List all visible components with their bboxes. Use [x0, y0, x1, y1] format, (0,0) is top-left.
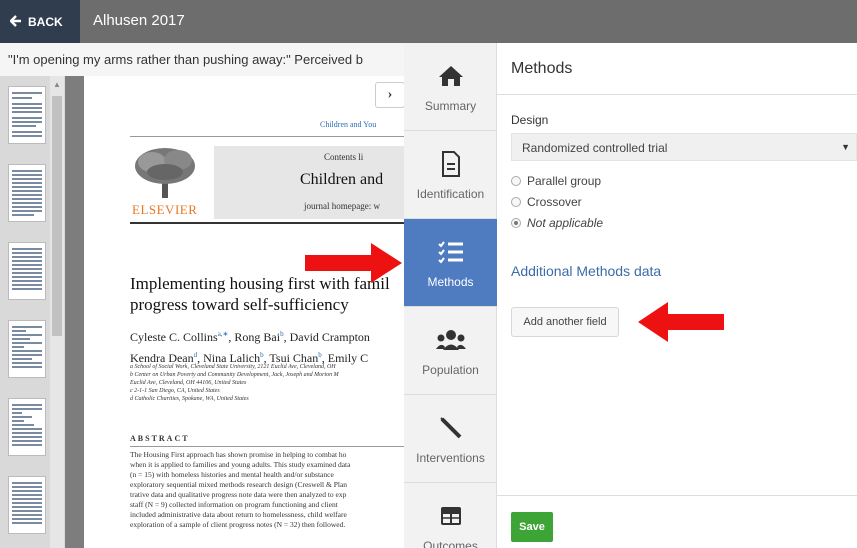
- page-thumbnail[interactable]: [8, 86, 46, 144]
- nav-label: Summary: [424, 98, 477, 113]
- page-thumbnail[interactable]: [8, 320, 46, 378]
- radio-parallel-group[interactable]: Parallel group: [511, 173, 601, 189]
- design-label: Design: [511, 113, 549, 127]
- nav-item-population[interactable]: Population: [404, 307, 497, 395]
- syringe-icon: [439, 413, 463, 443]
- next-page-button[interactable]: ›: [375, 82, 404, 108]
- radio-label: Parallel group: [527, 174, 602, 188]
- nav-label: Population: [422, 362, 479, 377]
- radio-crossover[interactable]: Crossover: [511, 194, 582, 210]
- article-title-bar: "I'm opening my arms rather than pushing…: [0, 43, 404, 76]
- section-nav: Summary Identification Methods Populatio…: [404, 43, 497, 548]
- document-title: Alhusen 2017: [93, 12, 185, 29]
- design-select-value: Randomized controlled trial: [522, 141, 668, 155]
- thumbnail-scrollbar[interactable]: ▲: [50, 76, 64, 548]
- radio-not-applicable[interactable]: Not applicable: [511, 215, 603, 231]
- divider: [130, 136, 404, 137]
- page-thumbnail[interactable]: [8, 398, 46, 456]
- page-thumbnail[interactable]: [8, 164, 46, 222]
- thumbnail-strip[interactable]: ▲: [0, 76, 65, 548]
- nav-item-methods[interactable]: Methods: [404, 219, 497, 307]
- elsevier-tree-logo: [132, 146, 198, 198]
- nav-item-summary[interactable]: Summary: [404, 43, 497, 131]
- document-icon: [441, 149, 461, 179]
- checklist-icon: [437, 237, 464, 267]
- nav-item-identification[interactable]: Identification: [404, 131, 497, 219]
- red-arrow-left-icon: [638, 302, 724, 342]
- home-icon: [438, 61, 464, 91]
- author-list: Cyleste C. Collinsa,∗, Rong Baib, David …: [130, 330, 370, 365]
- radio-label: Crossover: [527, 195, 582, 209]
- methods-panel: Methods Design Randomized controlled tri…: [497, 43, 857, 548]
- page-gutter: [65, 76, 84, 548]
- design-select[interactable]: Randomized controlled trial ▼: [511, 133, 857, 161]
- scrollbar-thumb[interactable]: [52, 96, 62, 336]
- affiliations: a School of Social Work, Cleveland State…: [130, 364, 339, 402]
- additional-methods-heading: Additional Methods data: [511, 263, 662, 279]
- nav-label: Interventions: [416, 450, 485, 465]
- contents-lists-text: Contents li: [324, 152, 364, 162]
- nav-label: Methods: [427, 274, 474, 289]
- arrow-left-icon: [9, 14, 22, 30]
- table-icon: [440, 501, 462, 531]
- users-icon: [435, 325, 466, 355]
- caret-down-icon: ▼: [841, 142, 850, 152]
- radio-label: Not applicable: [527, 216, 604, 230]
- divider: [130, 446, 404, 447]
- panel-header: Methods: [497, 43, 857, 95]
- radio-button[interactable]: [511, 176, 521, 186]
- back-label: BACK: [28, 14, 63, 29]
- page-thumbnail[interactable]: [8, 476, 46, 534]
- back-button[interactable]: BACK: [0, 0, 80, 43]
- publisher-logo-text: ELSEVIER: [132, 202, 198, 217]
- top-bar: BACK Alhusen 2017: [0, 0, 857, 43]
- save-button[interactable]: Save: [511, 512, 553, 542]
- page-thumbnail[interactable]: [8, 242, 46, 300]
- panel-title: Methods: [511, 60, 573, 77]
- red-arrow-right-icon: [305, 243, 402, 283]
- scroll-up-icon[interactable]: ▲: [53, 80, 61, 89]
- chevron-right-icon: ›: [387, 87, 393, 102]
- divider: [130, 222, 404, 224]
- nav-item-interventions[interactable]: Interventions: [404, 395, 497, 483]
- radio-button[interactable]: [511, 218, 521, 228]
- journal-homepage: journal homepage: w: [304, 201, 380, 211]
- abstract-heading: ABSTRACT: [130, 434, 190, 443]
- journal-name: Children and: [300, 171, 384, 188]
- nav-label: Outcomes: [423, 538, 478, 548]
- nav-item-outcomes[interactable]: Outcomes: [404, 483, 497, 548]
- pdf-viewer: "I'm opening my arms rather than pushing…: [0, 43, 404, 548]
- journal-header-link[interactable]: Children and You: [320, 120, 376, 129]
- divider: [497, 495, 857, 496]
- pdf-page: › Children and You ELSEVIER Contents li …: [84, 76, 404, 548]
- radio-button[interactable]: [511, 197, 521, 207]
- abstract-text: The Housing First approach has shown pro…: [130, 450, 351, 529]
- nav-label: Identification: [416, 186, 485, 201]
- add-field-button[interactable]: Add another field: [511, 307, 619, 337]
